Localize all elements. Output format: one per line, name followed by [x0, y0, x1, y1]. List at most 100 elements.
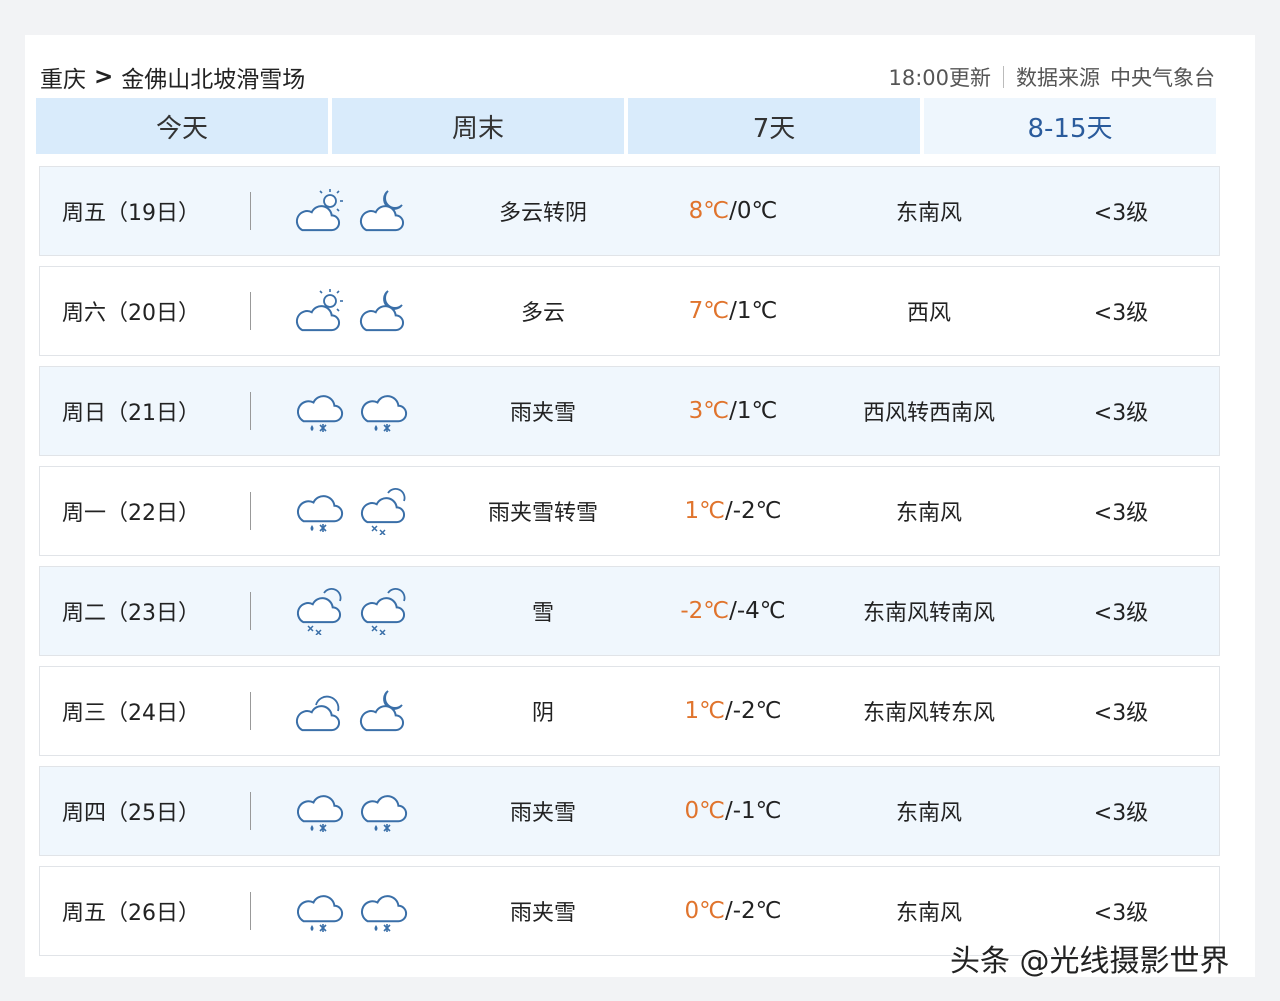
temperature: -2℃/-4℃ — [633, 598, 833, 624]
temperature: 3℃/1℃ — [633, 398, 833, 424]
overcast-icon — [295, 695, 340, 732]
forecast-date: 周五（19日） — [62, 201, 200, 226]
wind-level: <3级 — [1093, 901, 1149, 926]
forecast-date: 周五（26日） — [62, 901, 200, 926]
tab-8-15days[interactable]: 8-15天 — [924, 98, 1216, 154]
source-name: 中央气象台 — [1110, 66, 1215, 90]
wind-direction: 西风转西南风 — [862, 401, 995, 426]
sleet-icon — [361, 795, 408, 832]
wind-direction: 东南风转南风 — [862, 601, 995, 626]
weather-desc: 雨夹雪 — [509, 901, 576, 926]
wind-direction: 东南风 — [895, 801, 962, 826]
sleet-icon — [297, 795, 344, 832]
weather-icons — [251, 787, 453, 835]
forecast-date: 周一（22日） — [62, 501, 200, 526]
wind-direction: 东南风 — [895, 901, 962, 926]
weather-desc: 多云转阴 — [498, 201, 587, 226]
temp-separator: / — [729, 198, 737, 224]
temp-high: 0℃ — [684, 898, 725, 924]
temperature: 7℃/1℃ — [633, 298, 833, 324]
wind-level: <3级 — [1093, 401, 1149, 426]
weather-icons — [251, 387, 453, 435]
temp-low: -2℃ — [732, 698, 782, 724]
wind-level: <3级 — [1093, 601, 1149, 626]
forecast-tabs: 今天 周末 7天 8-15天 — [36, 98, 1216, 154]
weather-desc: 阴 — [531, 701, 554, 726]
temp-separator: / — [729, 298, 737, 324]
temp-low: -2℃ — [732, 898, 782, 924]
forecast-date: 周六（20日） — [62, 301, 200, 326]
weather-desc: 雪 — [531, 601, 554, 626]
forecast-row: 周四（25日） 雨夹雪 0℃/-1℃ 东南风 <3级 — [39, 766, 1220, 856]
breadcrumb-place: 金佛山北坡滑雪场 — [121, 67, 306, 93]
breadcrumb-city[interactable]: 重庆 — [40, 60, 86, 94]
meta-divider — [1003, 66, 1004, 88]
forecast-row: 周一（22日） 雨夹雪转雪 1℃/-2℃ 东南风 <3级 — [39, 466, 1220, 556]
forecast-card: 重庆 > 金佛山北坡滑雪场 18:00更新 数据来源 中央气象台 今天 周末 7… — [25, 35, 1255, 977]
temp-high: 8℃ — [688, 198, 730, 224]
weather-icons — [251, 287, 453, 335]
partly-cloudy-sun-icon — [295, 289, 343, 332]
weather-icons — [251, 487, 453, 535]
sleet-icon — [297, 495, 344, 532]
temp-separator: / — [724, 498, 733, 524]
weather-desc: 雨夹雪 — [509, 401, 576, 426]
forecast-date: 周二（23日） — [62, 601, 200, 626]
forecast-list: 周五（19日） 多云转阴 8℃/0℃ 东南风 <3级 周六（20日） 多云 7℃… — [39, 166, 1220, 966]
forecast-row: 周三（24日） 阴 1℃/-2℃ 东南风转东风 <3级 — [39, 666, 1220, 756]
temperature: 0℃/-1℃ — [633, 798, 833, 824]
forecast-row: 周二（23日） 雪 -2℃/-4℃ 东南风转南风 <3级 — [39, 566, 1220, 656]
weather-desc: 多云 — [520, 301, 565, 326]
breadcrumb: 重庆 > 金佛山北坡滑雪场 — [40, 60, 305, 94]
snow-icon — [360, 588, 406, 635]
weather-icons — [251, 587, 453, 635]
temp-separator: / — [729, 398, 737, 424]
cloudy-moon-icon — [359, 290, 404, 332]
wind-direction: 东南风转东风 — [862, 701, 995, 726]
temp-low: -2℃ — [732, 498, 782, 524]
temp-separator: / — [724, 698, 733, 724]
tab-weekend[interactable]: 周末 — [332, 98, 624, 154]
forecast-header: 重庆 > 金佛山北坡滑雪场 18:00更新 数据来源 中央气象台 — [40, 57, 1215, 97]
temp-separator: / — [729, 598, 737, 624]
temp-high: 7℃ — [688, 298, 730, 324]
tab-today[interactable]: 今天 — [36, 98, 328, 154]
temp-high: -2℃ — [680, 598, 730, 624]
tab-7days[interactable]: 7天 — [628, 98, 920, 154]
breadcrumb-separator: > — [94, 64, 114, 90]
update-meta: 18:00更新 数据来源 中央气象台 — [888, 62, 1215, 92]
cloudy-moon-icon — [359, 190, 404, 232]
snow-icon — [360, 488, 406, 535]
forecast-date: 周四（25日） — [62, 801, 200, 826]
partly-cloudy-sun-icon — [295, 189, 343, 232]
temp-separator: / — [724, 798, 733, 824]
update-time: 18:00更新 — [888, 66, 991, 90]
temp-separator: / — [724, 898, 733, 924]
temp-low: 1℃ — [736, 298, 778, 324]
wind-direction: 西风 — [906, 301, 951, 326]
wind-level: <3级 — [1093, 701, 1149, 726]
wind-level: <3级 — [1093, 301, 1149, 326]
wind-level: <3级 — [1093, 801, 1149, 826]
temp-low: -4℃ — [736, 598, 786, 624]
wind-level: <3级 — [1093, 501, 1149, 526]
weather-icons — [251, 887, 453, 935]
temp-high: 0℃ — [684, 798, 725, 824]
temp-high: 1℃ — [684, 498, 725, 524]
forecast-row: 周五（19日） 多云转阴 8℃/0℃ 东南风 <3级 — [39, 166, 1220, 256]
temp-high: 1℃ — [684, 698, 725, 724]
temp-high: 3℃ — [688, 398, 730, 424]
sleet-icon — [297, 895, 344, 932]
wind-level: <3级 — [1093, 201, 1149, 226]
temp-low: 0℃ — [736, 198, 778, 224]
temp-low: 1℃ — [736, 398, 778, 424]
cloudy-moon-icon — [359, 690, 404, 732]
sleet-icon — [361, 395, 408, 432]
weather-desc: 雨夹雪 — [509, 801, 576, 826]
temperature: 1℃/-2℃ — [633, 698, 833, 724]
forecast-row: 周六（20日） 多云 7℃/1℃ 西风 <3级 — [39, 266, 1220, 356]
forecast-row: 周日（21日） 雨夹雪 3℃/1℃ 西风转西南风 <3级 — [39, 366, 1220, 456]
temperature: 8℃/0℃ — [633, 198, 833, 224]
snow-icon — [296, 588, 342, 635]
temp-low: -1℃ — [732, 798, 782, 824]
